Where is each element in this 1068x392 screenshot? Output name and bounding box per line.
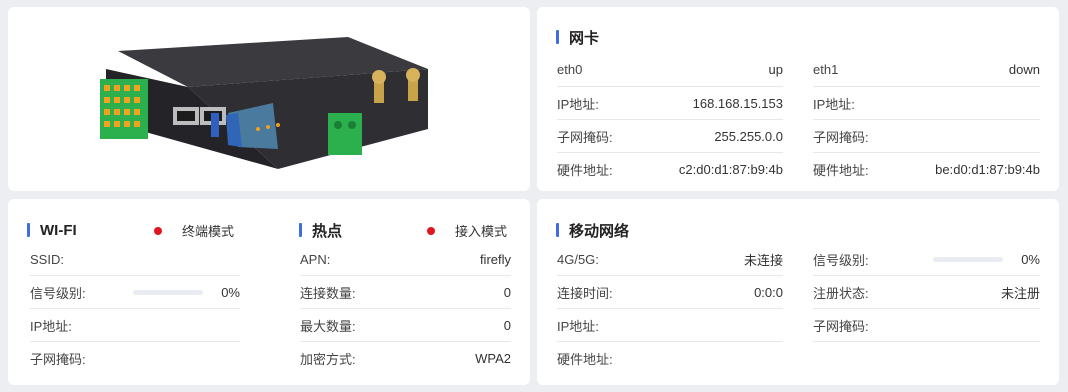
mobile-net-row: 4G/5G: 未连接 bbox=[557, 243, 783, 276]
wifi-title: WI-FI bbox=[40, 221, 77, 239]
nic-title: 网卡 bbox=[569, 29, 600, 47]
wifi-column: SSID: 信号级别: 0% IP地址: 子网掩码: bbox=[30, 243, 240, 375]
eth1-mask-row: 子网掩码: bbox=[813, 120, 1040, 153]
mobile-mask-label: 子网掩码: bbox=[813, 318, 869, 334]
eth1-label: eth1 bbox=[813, 62, 839, 77]
mobile-signal-row: 信号级别: 0% bbox=[813, 243, 1040, 276]
wifi-section-title: WI-FI bbox=[27, 221, 77, 239]
mobile-signal-value: 0% bbox=[1021, 251, 1040, 267]
nic-section-title: 网卡 bbox=[556, 28, 600, 47]
eth1-status: down bbox=[1008, 62, 1040, 77]
wifi-mask-label: 子网掩码: bbox=[30, 352, 86, 367]
eth0-mac-row: 硬件地址: c2:d0:d1:87:b9:4b bbox=[557, 153, 783, 186]
section-accent-bar bbox=[556, 30, 559, 44]
hotspot-column: APN: firefly 连接数量: 0 最大数量: 0 加密方式: WPA2 bbox=[300, 243, 511, 375]
hotspot-mode: 接入模式 bbox=[427, 221, 507, 240]
mobile-network-card: 移动网络 4G/5G: 未连接 连接时间: 0:0:0 IP地址: 硬件地址: … bbox=[537, 199, 1059, 385]
eth0-ip-label: IP地址: bbox=[557, 96, 599, 112]
eth1-ip-row: IP地址: bbox=[813, 87, 1040, 120]
eth0-mac-value: c2:d0:d1:87:b9:4b bbox=[678, 162, 783, 177]
mobile-reg-row: 注册状态: 未注册 bbox=[813, 276, 1040, 309]
eth1-mac-label: 硬件地址: bbox=[813, 163, 869, 178]
device-image-card bbox=[8, 7, 530, 191]
eth0-header-row: eth0 up bbox=[557, 60, 783, 87]
eth0-label: eth0 bbox=[557, 62, 583, 77]
mobile-left-column: 4G/5G: 未连接 连接时间: 0:0:0 IP地址: 硬件地址: bbox=[557, 243, 783, 375]
hotspot-enc-row: 加密方式: WPA2 bbox=[300, 342, 511, 375]
wifi-ip-row: IP地址: bbox=[30, 309, 240, 342]
hotspot-max-row: 最大数量: 0 bbox=[300, 309, 511, 342]
wifi-mask-row: 子网掩码: bbox=[30, 342, 240, 375]
mobile-signal-meter: 0% bbox=[933, 252, 1040, 267]
wifi-mode-label: 终端模式 bbox=[182, 224, 235, 239]
section-accent-bar bbox=[556, 223, 559, 237]
eth1-header-row: eth1 down bbox=[813, 60, 1040, 87]
mobile-ip-row: IP地址: bbox=[557, 309, 783, 342]
mobile-signal-label: 信号级别: bbox=[813, 252, 869, 268]
eth0-status: up bbox=[768, 62, 783, 77]
eth0-ip-row: IP地址: 168.168.15.153 bbox=[557, 87, 783, 120]
section-accent-bar bbox=[27, 223, 30, 237]
eth0-ip-value: 168.168.15.153 bbox=[692, 95, 783, 111]
wifi-signal-value: 0% bbox=[221, 284, 240, 300]
wifi-mode-status-dot bbox=[154, 226, 162, 235]
mobile-mac-row: 硬件地址: bbox=[557, 342, 783, 375]
mobile-conn-time-label: 连接时间: bbox=[557, 285, 613, 301]
mobile-signal-bar bbox=[933, 256, 1004, 262]
hotspot-conn-row: 连接数量: 0 bbox=[300, 276, 511, 309]
mobile-title: 移动网络 bbox=[569, 222, 630, 240]
eth1-mac-value: be:d0:d1:87:b9:4b bbox=[935, 162, 1040, 177]
nic-card: 网卡 eth0 up IP地址: 168.168.15.153 子网掩码: 25… bbox=[537, 7, 1059, 191]
hotspot-apn-label: APN: bbox=[300, 251, 331, 267]
hotspot-apn-value: firefly bbox=[479, 251, 511, 267]
eth1-column: eth1 down IP地址: 子网掩码: 硬件地址: be:d0:d1:87:… bbox=[813, 60, 1040, 186]
wifi-ssid-row: SSID: bbox=[30, 243, 240, 276]
eth1-mask-label: 子网掩码: bbox=[813, 129, 869, 145]
wifi-signal-label: 信号级别: bbox=[30, 285, 86, 301]
wifi-signal-bar bbox=[133, 289, 204, 295]
hotspot-enc-label: 加密方式: bbox=[300, 352, 356, 367]
wifi-mode: 终端模式 bbox=[154, 221, 234, 240]
mobile-reg-value: 未注册 bbox=[1000, 285, 1040, 301]
hotspot-mode-label: 接入模式 bbox=[455, 224, 508, 239]
eth0-mask-value: 255.255.0.0 bbox=[714, 128, 783, 144]
mobile-conn-time-row: 连接时间: 0:0:0 bbox=[557, 276, 783, 309]
eth0-mask-label: 子网掩码: bbox=[557, 129, 613, 145]
hotspot-max-label: 最大数量: bbox=[300, 318, 356, 334]
mobile-right-column: 信号级别: 0% 注册状态: 未注册 子网掩码: bbox=[813, 243, 1040, 342]
hotspot-title: 热点 bbox=[312, 222, 343, 240]
hotspot-max-value: 0 bbox=[503, 317, 511, 333]
mobile-mask-row: 子网掩码: bbox=[813, 309, 1040, 342]
mobile-net-label: 4G/5G: bbox=[557, 251, 599, 267]
hotspot-mode-status-dot bbox=[427, 226, 435, 235]
mobile-net-value: 未连接 bbox=[743, 252, 783, 268]
wifi-signal-row: 信号级别: 0% bbox=[30, 276, 240, 309]
section-accent-bar bbox=[299, 223, 302, 237]
router-device-image bbox=[100, 37, 428, 169]
mobile-section-title: 移动网络 bbox=[556, 221, 630, 240]
hotspot-conn-label: 连接数量: bbox=[300, 285, 356, 301]
wifi-ip-label: IP地址: bbox=[30, 318, 72, 334]
mobile-conn-time-value: 0:0:0 bbox=[754, 284, 783, 300]
eth0-mac-label: 硬件地址: bbox=[557, 163, 613, 178]
wifi-signal-meter: 0% bbox=[133, 285, 240, 300]
eth0-mask-row: 子网掩码: 255.255.0.0 bbox=[557, 120, 783, 153]
eth0-column: eth0 up IP地址: 168.168.15.153 子网掩码: 255.2… bbox=[557, 60, 783, 186]
wifi-ssid-label: SSID: bbox=[30, 251, 64, 267]
hotspot-conn-value: 0 bbox=[503, 284, 511, 300]
hotspot-section-title: 热点 bbox=[299, 221, 343, 240]
wifi-hotspot-card: WI-FI 终端模式 SSID: 信号级别: 0% IP地址: 子网掩码: 热点 bbox=[8, 199, 530, 385]
mobile-mac-label: 硬件地址: bbox=[557, 352, 613, 367]
hotspot-apn-row: APN: firefly bbox=[300, 243, 511, 276]
mobile-reg-label: 注册状态: bbox=[813, 285, 869, 301]
hotspot-enc-value: WPA2 bbox=[475, 351, 511, 366]
eth1-mac-row: 硬件地址: be:d0:d1:87:b9:4b bbox=[813, 153, 1040, 186]
mobile-ip-label: IP地址: bbox=[557, 318, 599, 334]
eth1-ip-label: IP地址: bbox=[813, 96, 855, 112]
